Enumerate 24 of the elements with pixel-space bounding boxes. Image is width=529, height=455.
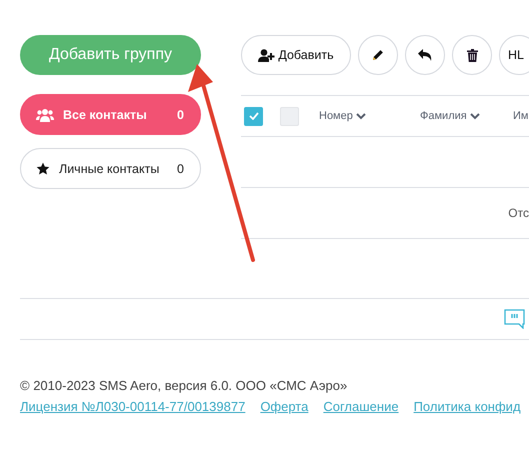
star-icon [36, 162, 50, 176]
toolbar-button[interactable]: HL [499, 35, 529, 75]
check-icon [248, 112, 258, 120]
group-item[interactable]: Все контакты 0 [20, 94, 201, 135]
edit-button[interactable] [358, 35, 398, 75]
trash-icon [466, 48, 478, 62]
chat-icon[interactable] [504, 309, 525, 329]
empty-message: Отс [508, 206, 529, 220]
select-all-checkbox[interactable] [244, 106, 263, 126]
pencil-icon [372, 49, 384, 61]
column-header[interactable]: Фамилия [420, 110, 513, 122]
group-item[interactable]: Личные контакты 0 [20, 148, 201, 189]
reply-icon [418, 49, 432, 61]
column-header[interactable]: Номер [319, 110, 420, 122]
column-header[interactable]: Им [513, 110, 528, 122]
row-checkbox[interactable] [280, 106, 299, 126]
add-user-icon [258, 48, 276, 62]
add-button[interactable]: Добавить [241, 35, 351, 75]
chevron-down-icon [356, 112, 366, 120]
reply-button[interactable] [405, 35, 445, 75]
users-icon [36, 108, 54, 122]
chevron-down-icon [470, 112, 480, 120]
delete-button[interactable] [452, 35, 492, 75]
copyright-text: © 2010-2023 SMS Aero, версия 6.0. ООО «СМС Аэро» [20, 378, 348, 393]
